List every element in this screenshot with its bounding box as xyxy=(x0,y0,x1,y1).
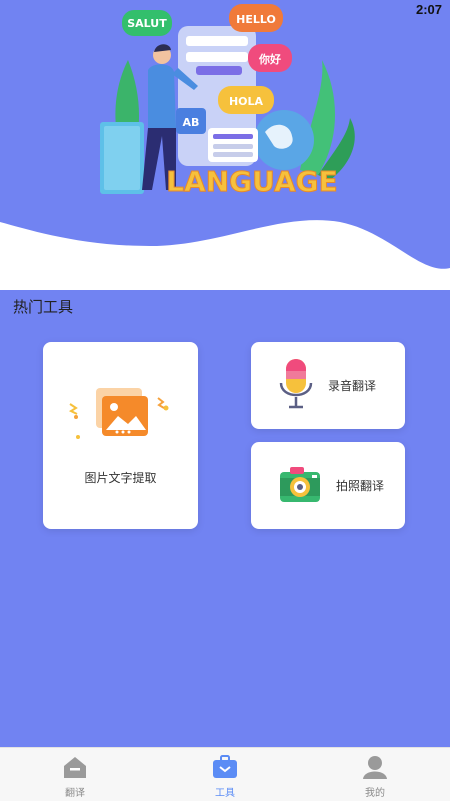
tab-translate[interactable]: 翻译 xyxy=(0,748,150,801)
microphone-icon xyxy=(278,357,314,415)
tab-label-translate: 翻译 xyxy=(65,788,85,799)
status-time: 2:07 xyxy=(415,2,442,17)
hero-illustration: SALUT HELLO 你好 HOLA AB LANGUAGE xyxy=(0,0,450,290)
camera-icon xyxy=(278,464,322,508)
house-icon xyxy=(62,755,88,783)
tool-label-record: 录音翻译 xyxy=(328,379,377,393)
bottom-tab-bar: 翻译 工具 我的 xyxy=(0,747,450,801)
bubble-salut: SALUT xyxy=(127,17,167,30)
person-icon xyxy=(362,755,388,783)
bubble-nihao: 你好 xyxy=(258,52,281,66)
section-title: 热门工具 xyxy=(13,298,74,316)
bottom-background xyxy=(0,537,450,747)
image-text-icon xyxy=(68,382,174,452)
tool-card-camera[interactable]: 拍照翻译 xyxy=(251,442,405,529)
bubble-ab: AB xyxy=(183,116,200,129)
language-banner: LANGUAGE xyxy=(166,165,338,198)
bubble-hello: HELLO xyxy=(236,13,276,26)
bubble-hola: HOLA xyxy=(229,95,264,108)
tool-card-record[interactable]: 录音翻译 xyxy=(251,342,405,429)
tab-mine[interactable]: 我的 xyxy=(300,748,450,801)
tool-label-image-text: 图片文字提取 xyxy=(84,471,157,485)
tab-label-mine: 我的 xyxy=(365,788,385,799)
toolbox-icon xyxy=(212,755,238,783)
tool-label-camera: 拍照翻译 xyxy=(336,479,385,493)
tool-card-image-text[interactable]: 图片文字提取 xyxy=(43,342,198,529)
tab-tools[interactable]: 工具 xyxy=(150,748,300,801)
tab-label-tools: 工具 xyxy=(215,788,235,799)
